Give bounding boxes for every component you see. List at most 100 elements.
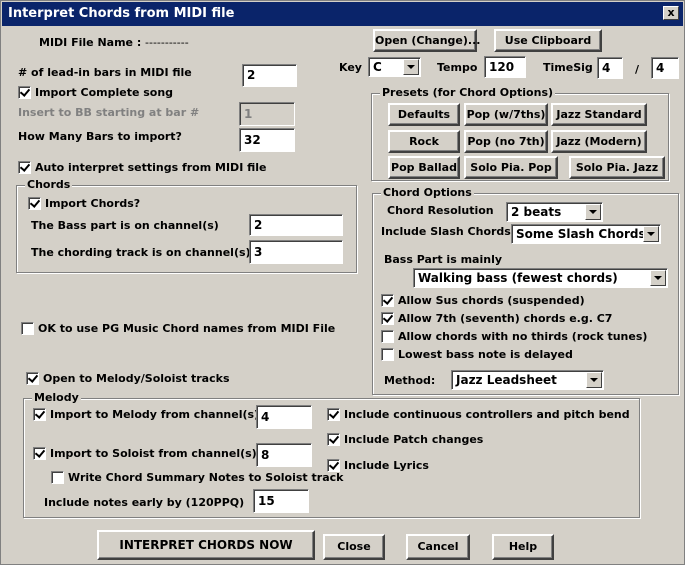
include-patch-label: Include Patch changes <box>344 433 484 446</box>
checkbox-box[interactable] <box>28 197 41 210</box>
use-clipboard-button[interactable]: Use Clipboard <box>494 29 602 52</box>
checkbox-box[interactable] <box>381 330 394 343</box>
midi-file-name-label: MIDI File Name : <box>39 36 142 49</box>
key-select[interactable]: C <box>368 57 421 77</box>
timesig-label: TimeSig <box>543 61 593 74</box>
checkbox-box[interactable] <box>21 322 34 335</box>
chording-channel-input[interactable]: 3 <box>249 240 343 264</box>
chording-channel-label: The chording track is on channel(s) <box>31 246 251 259</box>
checkbox-box[interactable] <box>26 372 39 385</box>
include-controllers-checkbox[interactable]: Include continuous controllers and pitch… <box>327 408 630 421</box>
insert-bar-input[interactable]: 1 <box>239 102 295 126</box>
lowest-bass-delayed-checkbox[interactable]: Lowest bass note is delayed <box>381 348 573 361</box>
bass-channel-input[interactable]: 2 <box>249 214 343 236</box>
checkbox-box[interactable] <box>381 348 394 361</box>
allow-7th-label: Allow 7th (seventh) chords e.g. C7 <box>398 312 613 325</box>
checkbox-box[interactable] <box>381 294 394 307</box>
close-icon[interactable]: x <box>663 6 679 20</box>
timesig-numerator-input[interactable]: 4 <box>597 57 623 79</box>
import-soloist-checkbox[interactable]: Import to Soloist from channel(s) <box>33 447 257 460</box>
chord-resolution-select[interactable]: 2 beats <box>506 202 603 222</box>
preset-pop-w7ths-button[interactable]: Pop (w/7ths) <box>464 103 548 126</box>
bass-part-select[interactable]: Walking bass (fewest chords) <box>413 268 668 288</box>
close-button[interactable]: Close <box>323 534 385 560</box>
checkbox-box[interactable] <box>327 459 340 472</box>
checkbox-box[interactable] <box>327 408 340 421</box>
how-many-bars-label: How Many Bars to import? <box>18 130 182 143</box>
key-label: Key <box>339 61 362 74</box>
include-lyrics-label: Include Lyrics <box>344 459 429 472</box>
window-title: Interpret Chords from MIDI file <box>8 6 235 21</box>
midi-file-name-value: ----------- <box>145 36 189 49</box>
preset-solo-pia-jazz-button[interactable]: Solo Pia. Jazz <box>569 156 665 179</box>
import-melody-checkbox[interactable]: Import to Melody from channel(s) <box>33 408 259 421</box>
preset-solo-pia-pop-button[interactable]: Solo Pia. Pop <box>464 156 558 179</box>
insert-bar-label: Insert to BB starting at bar # <box>18 106 200 119</box>
write-chord-summary-checkbox[interactable]: Write Chord Summary Notes to Soloist tra… <box>51 471 343 484</box>
write-chord-summary-label: Write Chord Summary Notes to Soloist tra… <box>68 471 344 484</box>
early-notes-label: Include notes early by (120PPQ) <box>44 496 245 509</box>
chevron-down-icon[interactable] <box>643 226 659 242</box>
preset-pop-ballad-button[interactable]: Pop Ballad <box>388 156 460 179</box>
chord-options-group-title: Chord Options <box>381 186 474 199</box>
auto-interpret-checkbox[interactable]: Auto interpret settings from MIDI file <box>18 161 267 174</box>
presets-group-title: Presets (for Chord Options) <box>380 86 556 99</box>
checkbox-box[interactable] <box>33 447 46 460</box>
include-lyrics-checkbox[interactable]: Include Lyrics <box>327 459 429 472</box>
pg-chord-names-checkbox[interactable]: OK to use PG Music Chord names from MIDI… <box>21 322 335 335</box>
chord-resolution-label: Chord Resolution <box>387 204 494 217</box>
allow-sus-checkbox[interactable]: Allow Sus chords (suspended) <box>381 294 585 307</box>
timesig-slash: / <box>635 63 640 76</box>
preset-jazz-modern-button[interactable]: Jazz (Modern) <box>551 130 647 153</box>
import-chords-label: Import Chords? <box>45 197 141 210</box>
chord-resolution-value: 2 beats <box>511 205 562 219</box>
chevron-down-icon[interactable] <box>650 270 666 286</box>
preset-jazz-standard-button[interactable]: Jazz Standard <box>551 103 647 126</box>
auto-interpret-label: Auto interpret settings from MIDI file <box>35 161 267 174</box>
tempo-input[interactable]: 120 <box>484 56 526 78</box>
import-melody-label: Import to Melody from channel(s) <box>50 408 260 421</box>
method-value: Jazz Leadsheet <box>456 373 557 387</box>
allow-7th-checkbox[interactable]: Allow 7th (seventh) chords e.g. C7 <box>381 312 612 325</box>
melody-channel-input[interactable]: 4 <box>256 405 312 429</box>
preset-rock-button[interactable]: Rock <box>388 130 460 153</box>
allow-no-thirds-label: Allow chords with no thirds (rock tunes) <box>398 330 648 343</box>
chevron-down-icon[interactable] <box>586 372 602 388</box>
slash-chords-select[interactable]: Some Slash Chords <box>511 224 661 244</box>
chevron-down-icon[interactable] <box>403 59 419 75</box>
melody-group-title: Melody <box>32 391 81 404</box>
include-patch-checkbox[interactable]: Include Patch changes <box>327 433 483 446</box>
preset-pop-no7th-button[interactable]: Pop (no 7th) <box>464 130 548 153</box>
leadin-bars-input[interactable]: 2 <box>242 64 297 87</box>
interpret-chords-button[interactable]: INTERPRET CHORDS NOW <box>97 530 315 560</box>
allow-no-thirds-checkbox[interactable]: Allow chords with no thirds (rock tunes) <box>381 330 647 343</box>
title-bar: Interpret Chords from MIDI file x <box>2 2 683 26</box>
chevron-down-icon[interactable] <box>585 204 601 220</box>
checkbox-box[interactable] <box>18 161 31 174</box>
import-complete-song-label: Import Complete song <box>35 86 174 99</box>
checkbox-box[interactable] <box>51 471 64 484</box>
checkbox-box[interactable] <box>327 433 340 446</box>
how-many-bars-input[interactable]: 32 <box>239 128 295 152</box>
import-soloist-label: Import to Soloist from channel(s) <box>50 447 257 460</box>
bass-part-label: Bass Part is mainly <box>384 253 503 266</box>
chords-group-title: Chords <box>25 178 73 191</box>
checkbox-box[interactable] <box>18 86 31 99</box>
checkbox-box[interactable] <box>33 408 46 421</box>
early-notes-input[interactable]: 15 <box>253 489 309 513</box>
key-value: C <box>373 60 382 74</box>
dialog-window: Interpret Chords from MIDI file x MIDI F… <box>0 0 685 565</box>
bass-part-value: Walking bass (fewest chords) <box>418 271 618 285</box>
preset-defaults-button[interactable]: Defaults <box>388 103 460 126</box>
help-button[interactable]: Help <box>492 534 554 560</box>
open-melody-checkbox[interactable]: Open to Melody/Soloist tracks <box>26 372 230 385</box>
soloist-channel-input[interactable]: 8 <box>256 443 312 467</box>
import-complete-song-checkbox[interactable]: Import Complete song <box>18 86 173 99</box>
timesig-denominator-input[interactable]: 4 <box>651 57 679 79</box>
open-change-button[interactable]: Open (Change)... <box>373 29 480 52</box>
method-select[interactable]: Jazz Leadsheet <box>451 370 604 390</box>
checkbox-box[interactable] <box>381 312 394 325</box>
cancel-button[interactable]: Cancel <box>406 534 470 560</box>
import-chords-checkbox[interactable]: Import Chords? <box>28 197 140 210</box>
leadin-bars-label: # of lead-in bars in MIDI file <box>18 66 192 79</box>
